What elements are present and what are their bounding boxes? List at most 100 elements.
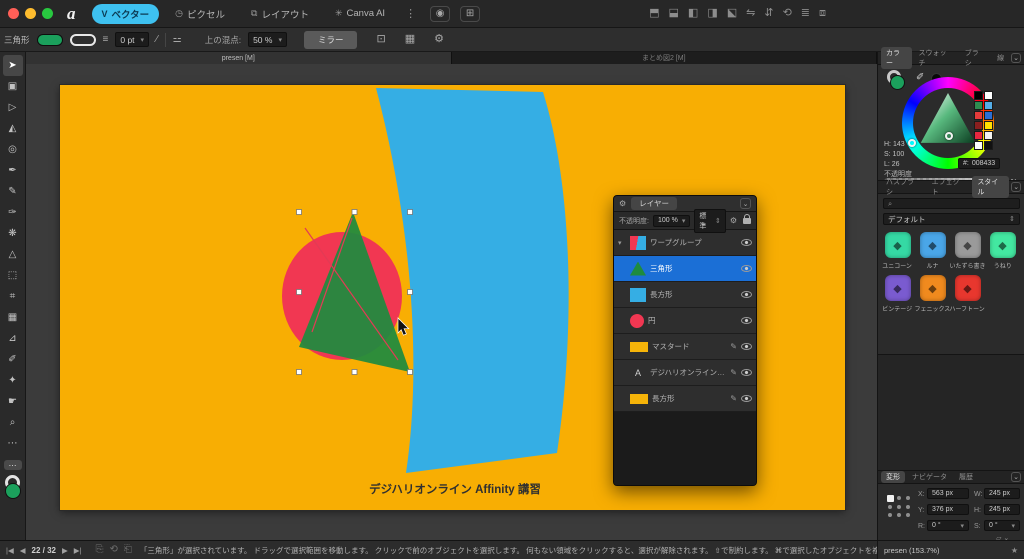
layer-row[interactable]: A デジハリオンライン Affin... ✎ — [614, 360, 756, 386]
blend-midpoint-input[interactable]: 50 %▾ — [248, 32, 287, 47]
hue-handle[interactable] — [908, 139, 916, 147]
layer-name[interactable]: 長方形 — [650, 289, 726, 300]
persona-tab[interactable]: V ベクター — [92, 4, 160, 24]
fill-color-swatch[interactable] — [37, 34, 63, 46]
saturation-handle[interactable] — [945, 132, 953, 140]
blend-options-gear-icon[interactable]: ⚙ — [730, 217, 737, 225]
previous-page-button[interactable]: ◀ — [20, 546, 26, 555]
corner-tool[interactable]: ⊿ — [3, 328, 23, 349]
move-tool[interactable]: ➤ — [3, 55, 23, 76]
visibility-eye-icon[interactable] — [741, 265, 752, 272]
properties-icon[interactable]: ⚍ — [173, 35, 182, 45]
minimize-window-button[interactable] — [25, 8, 36, 19]
anchor-point-selector[interactable] — [886, 493, 912, 519]
transform-point-tool[interactable]: ◎ — [3, 139, 23, 160]
styles-category-select[interactable]: デフォルト⇕ — [883, 213, 1020, 225]
mirror-button[interactable]: ミラー — [304, 31, 358, 49]
vector-brush-tool[interactable]: ❋ — [3, 223, 23, 244]
style-picker-tool[interactable]: ✐ — [3, 349, 23, 370]
color-swatch[interactable] — [974, 111, 983, 120]
w-input[interactable]: 245 px — [984, 488, 1020, 499]
layer-name[interactable]: マスタード — [652, 341, 726, 352]
shape-tool[interactable]: △ — [3, 244, 23, 265]
panel-menu-chevron-icon[interactable]: ⌄ — [1011, 53, 1021, 63]
expand-chevron-icon[interactable]: ▾ — [618, 239, 626, 247]
fill-color-indicator[interactable] — [5, 483, 21, 499]
more-personas-icon[interactable]: ⋮ — [405, 7, 416, 20]
styles-search-input[interactable]: ⌕ — [883, 198, 1020, 209]
mesh-warp-tool[interactable]: ⌗ — [3, 286, 23, 307]
color-swatch[interactable] — [984, 101, 993, 110]
layer-name[interactable]: ワープグループ — [650, 237, 726, 248]
document-tab[interactable]: まとめ図2 [M] — [452, 52, 878, 64]
panel-tab[interactable]: エフェクト — [927, 176, 971, 198]
quick-button[interactable]: ◉ — [430, 6, 450, 22]
layer-name[interactable]: 円 — [648, 315, 726, 326]
y-input[interactable]: 376 px — [927, 504, 969, 515]
visibility-eye-icon[interactable] — [741, 317, 752, 324]
rotate-icon[interactable]: ⟲ — [783, 8, 792, 19]
fill-stroke-color-well[interactable] — [2, 475, 24, 501]
layer-row[interactable]: 長方形 ✎ — [614, 282, 756, 308]
zoom-tool[interactable]: ⌕ — [3, 412, 23, 433]
boolean-subtract-icon[interactable]: ⬓ — [669, 8, 679, 19]
close-window-button[interactable] — [8, 8, 19, 19]
document-zoom-level[interactable]: presen (153.7%) — [884, 546, 939, 555]
visibility-eye-icon[interactable] — [741, 239, 752, 246]
eyedropper-icon[interactable]: ✐ — [916, 72, 924, 83]
style-preset[interactable]: ◆ ルナ — [915, 232, 950, 270]
color-swatch[interactable] — [974, 121, 983, 130]
document-tab[interactable]: presen [M] — [26, 52, 452, 64]
lock-layer-icon[interactable] — [743, 218, 751, 224]
hand-tool[interactable]: ☛ — [3, 391, 23, 412]
boolean-divide-icon[interactable]: ◨ — [707, 8, 717, 19]
rotation-input[interactable]: 0 °▾ — [927, 520, 969, 531]
stroke-color-swatch[interactable] — [70, 34, 96, 46]
panel-menu-chevron-icon[interactable]: ⌄ — [1011, 182, 1021, 192]
color-swatch[interactable] — [984, 91, 993, 100]
brush-tool[interactable]: ✑ — [3, 202, 23, 223]
transform-origin-icon[interactable]: ⊡ — [376, 34, 385, 45]
node-tool[interactable]: ▷ — [3, 97, 23, 118]
layer-name[interactable]: 三角形 — [650, 263, 726, 274]
clipboard-icon[interactable]: ⎗ — [124, 545, 132, 555]
last-page-button[interactable]: ▶| — [74, 546, 82, 555]
quick-button[interactable]: ⊞ — [460, 6, 480, 22]
h-input[interactable]: 245 px — [984, 504, 1020, 515]
color-swatch[interactable] — [974, 91, 983, 100]
pencil-tool[interactable]: ✎ — [3, 181, 23, 202]
panel-tab[interactable]: パスブラシ — [881, 176, 925, 198]
persona-tab[interactable]: ⧉ レイアウト — [241, 4, 319, 24]
pressure-icon[interactable]: ∕ — [156, 35, 158, 45]
layer-row[interactable]: 円 ✎ — [614, 308, 756, 334]
color-picker-tool[interactable]: ✦ — [3, 370, 23, 391]
style-preset[interactable]: ◆ うねり — [985, 232, 1020, 270]
layers-panel-header[interactable]: ⚙ レイヤー ⌄ — [614, 196, 756, 212]
artboard-caption-text[interactable]: デジハリオンライン Affinity 講習 — [369, 482, 541, 496]
boolean-intersect-icon[interactable]: ◧ — [688, 8, 698, 19]
color-swatch[interactable] — [984, 141, 993, 150]
place-image-tool[interactable]: ▦ — [3, 307, 23, 328]
more-tools-button[interactable]: ⋯ — [4, 460, 22, 470]
panel-menu-chevron-icon[interactable]: ⌄ — [740, 198, 751, 209]
artboard-tool[interactable]: ▣ — [3, 76, 23, 97]
layer-name[interactable]: デジハリオンライン Affin... — [650, 367, 726, 378]
favorite-star-icon[interactable]: ★ — [1011, 546, 1018, 555]
color-swatch[interactable] — [984, 121, 993, 130]
zoom-window-button[interactable] — [42, 8, 53, 19]
panel-tab[interactable]: ナビゲータ — [907, 471, 952, 483]
persona-tab[interactable]: ✳ Canva AI — [325, 5, 395, 22]
first-page-button[interactable]: |◀ — [6, 546, 14, 555]
panel-tab[interactable]: スタイル — [972, 176, 1009, 198]
visibility-eye-icon[interactable] — [741, 395, 752, 402]
shear-input[interactable]: 0 °▾ — [984, 520, 1020, 531]
panel-tab[interactable]: 線 — [992, 52, 1009, 64]
boolean-xor-icon[interactable]: ⬕ — [727, 8, 737, 19]
style-preset[interactable]: ◆ ユニコーン — [880, 232, 915, 270]
flip-vertical-icon[interactable]: ⇵ — [764, 8, 773, 19]
visibility-eye-icon[interactable] — [741, 369, 752, 376]
stroke-style-icon[interactable]: ≡ — [103, 35, 109, 45]
x-input[interactable]: 563 px — [927, 488, 969, 499]
blend-mode-select[interactable]: 標準⇕ — [694, 209, 726, 233]
layer-row[interactable]: 長方形 ✎ — [614, 386, 756, 412]
